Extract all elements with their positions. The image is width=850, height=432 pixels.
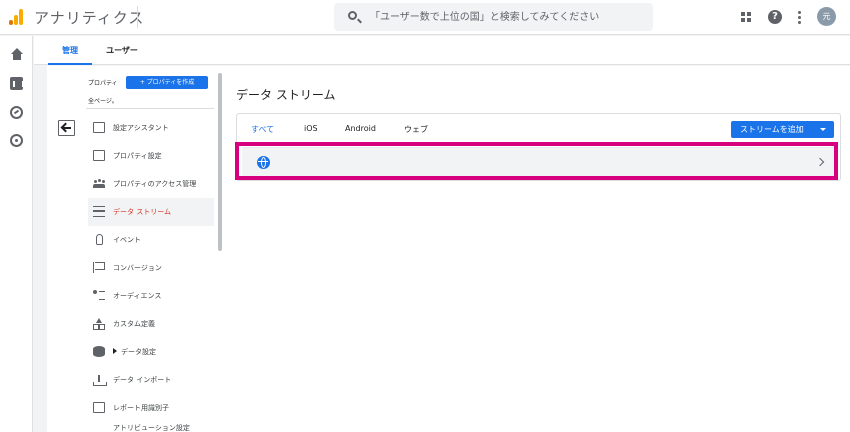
nav-item-setup-assistant[interactable]: 設定アシスタント — [88, 114, 214, 142]
flag-icon — [93, 262, 105, 273]
nav-item-label: レポート用識別子 — [113, 404, 169, 412]
search-box[interactable] — [334, 3, 653, 31]
all-pages-label: 全ページ。 — [88, 98, 118, 105]
nav-item-label: データ インポート — [113, 376, 172, 384]
top-bar: アナリティクス ? 元 — [0, 0, 850, 35]
nav-item-label: オーディエンス — [113, 292, 162, 300]
tab-web[interactable]: ウェブ — [404, 124, 428, 135]
nav-item-label: カスタム定義 — [113, 320, 155, 328]
shapes-icon — [93, 318, 105, 330]
home-icon[interactable] — [10, 48, 23, 61]
people-icon — [93, 178, 105, 189]
avatar[interactable]: 元 — [817, 7, 836, 26]
create-property-label: プロパティを作成 — [146, 79, 195, 86]
title-divider — [137, 6, 138, 28]
left-rail — [0, 36, 33, 432]
apps-grid-icon[interactable] — [741, 12, 751, 22]
add-stream-button[interactable]: ストリームを追加 — [731, 121, 834, 138]
tab-user[interactable]: ユーザー — [92, 36, 152, 65]
help-icon[interactable]: ? — [768, 10, 782, 24]
tab-all[interactable]: すべて — [251, 124, 274, 135]
analytics-logo-icon[interactable] — [9, 9, 23, 25]
nav-item-property-settings[interactable]: プロパティ設定 — [88, 142, 214, 170]
nav-item-data-settings[interactable]: データ設定 — [88, 338, 214, 366]
page-title: データ ストリーム — [236, 88, 336, 102]
plus-icon: + — [139, 79, 145, 86]
nav-item-label: データ ストリーム — [113, 208, 172, 216]
advertising-icon[interactable] — [10, 134, 23, 147]
nav-item-label: アトリビューション設定 — [113, 424, 190, 432]
database-icon — [93, 346, 105, 357]
app-title: アナリティクス — [34, 9, 145, 27]
nav-divider — [86, 108, 214, 109]
nav-item-data-import[interactable]: データ インポート — [88, 366, 214, 394]
tab-android[interactable]: Android — [345, 124, 376, 133]
admin-tab-bar: 管理 ユーザー — [34, 36, 850, 65]
more-vert-icon[interactable] — [798, 11, 801, 24]
nav-item-conversions[interactable]: コンバージョン — [88, 254, 214, 282]
nav-item-attribution[interactable]: アトリビューション設定 — [88, 424, 214, 432]
touch-icon — [96, 234, 103, 245]
add-stream-label: ストリームを追加 — [740, 125, 804, 134]
reports-icon[interactable] — [10, 77, 24, 90]
nav-item-reporting-identity[interactable]: レポート用識別子 — [88, 394, 214, 422]
property-settings-icon — [93, 150, 105, 161]
audience-icon — [93, 290, 105, 301]
explore-icon[interactable] — [10, 106, 23, 119]
tab-ios[interactable]: iOS — [304, 124, 318, 133]
checklist-icon — [93, 122, 105, 133]
nav-item-label: 設定アシスタント — [113, 124, 169, 132]
property-label: プロパティ — [88, 80, 118, 87]
admin-content: プロパティ + プロパティを作成 全ページ。 設定アシスタント プロパティ設定 … — [47, 66, 850, 432]
nav-item-label: プロパティ設定 — [113, 152, 162, 160]
nav-item-label: データ設定 — [121, 348, 156, 356]
nav-item-label: コンバージョン — [113, 264, 162, 272]
search-input[interactable] — [370, 3, 645, 31]
caret-right-icon — [113, 348, 117, 354]
nav-item-label: プロパティのアクセス管理 — [113, 180, 197, 188]
nav-item-property-access[interactable]: プロパティのアクセス管理 — [88, 170, 214, 198]
search-icon — [348, 11, 357, 20]
data-stream-icon — [93, 206, 105, 217]
tab-admin[interactable]: 管理 — [48, 36, 92, 65]
identifier-icon — [93, 402, 105, 413]
nav-item-custom-definitions[interactable]: カスタム定義 — [88, 310, 214, 338]
nav-item-data-streams[interactable]: データ ストリーム — [88, 198, 214, 226]
nav-item-events[interactable]: イベント — [88, 226, 214, 254]
nav-item-label: イベント — [113, 236, 141, 244]
back-button[interactable] — [58, 120, 75, 136]
upload-icon — [93, 374, 107, 386]
create-property-button[interactable]: + プロパティを作成 — [126, 76, 208, 89]
dropdown-caret-icon — [820, 128, 826, 131]
nav-scrollbar[interactable] — [218, 73, 222, 251]
nav-item-audiences[interactable]: オーディエンス — [88, 282, 214, 310]
highlight-box — [235, 142, 838, 180]
